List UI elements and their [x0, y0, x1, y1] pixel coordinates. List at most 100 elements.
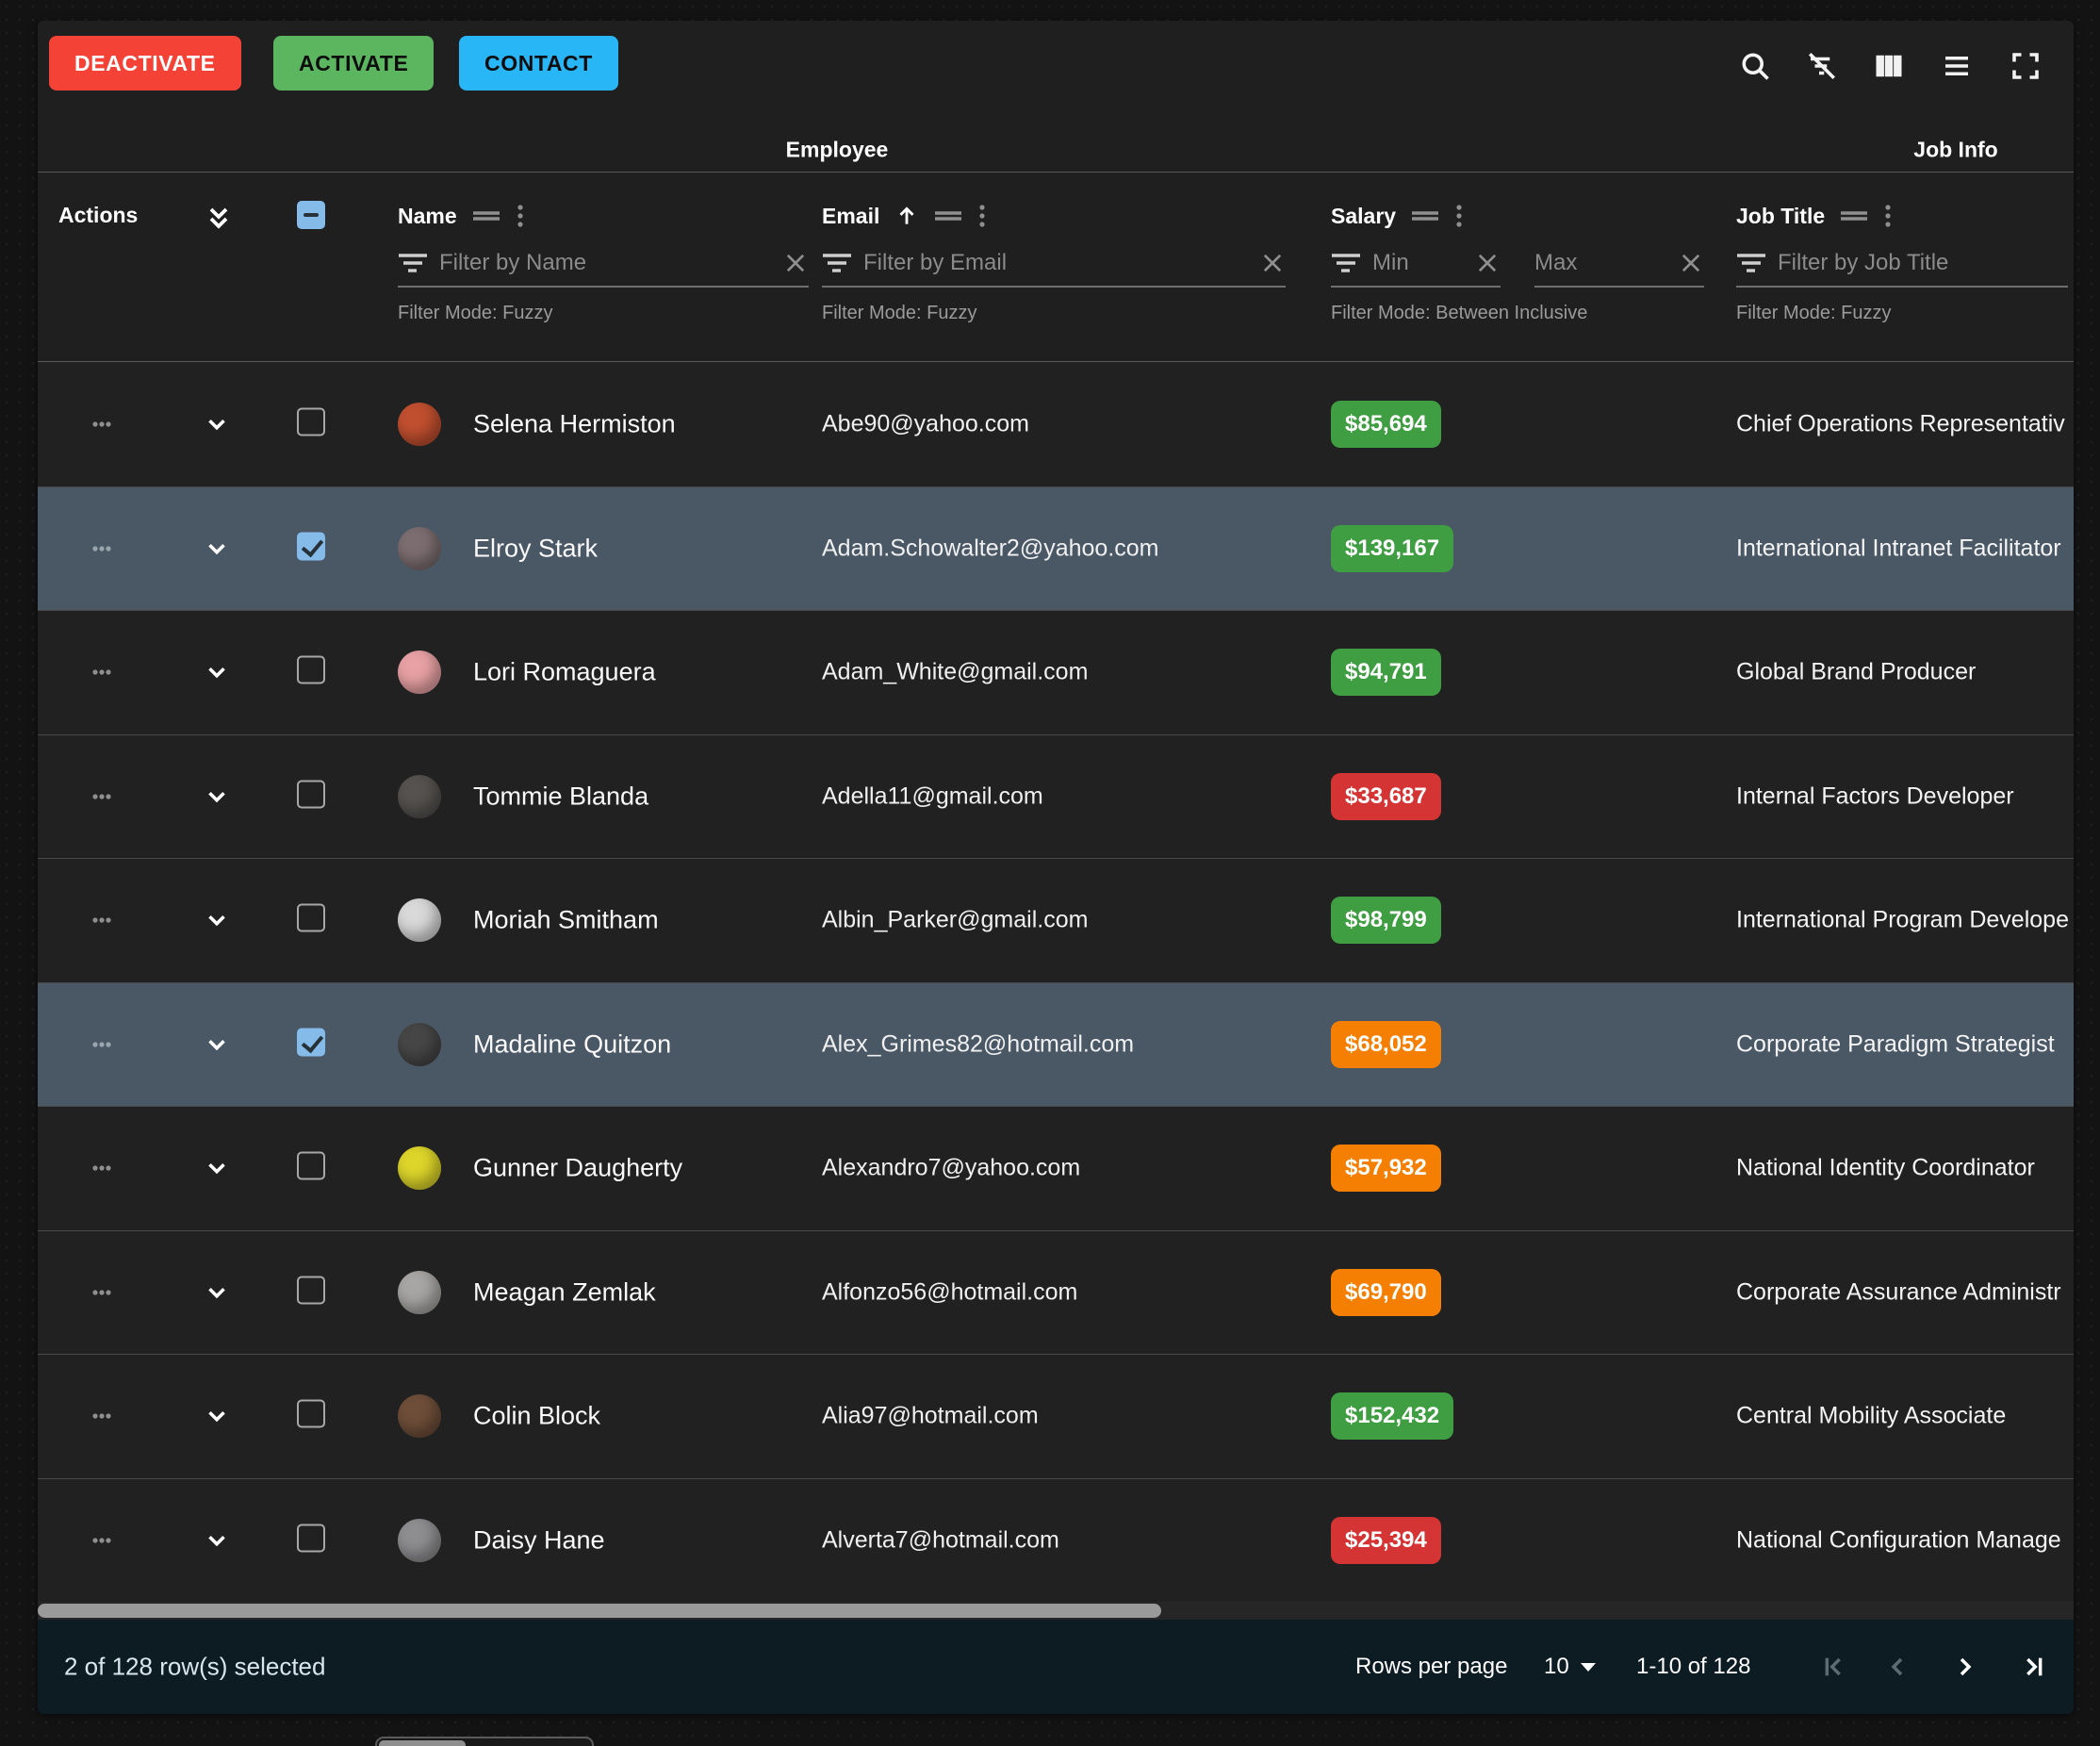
filter-funnel-icon — [398, 252, 428, 274]
drag-handle-icon[interactable] — [472, 208, 500, 223]
salary-max-input[interactable] — [1534, 250, 1666, 276]
row-expand-button[interactable] — [190, 1397, 243, 1435]
column-menu-icon[interactable] — [1883, 203, 1893, 229]
next-page-icon[interactable] — [1943, 1644, 1988, 1689]
job-title-filter — [1736, 250, 2068, 288]
employee-name: Colin Block — [473, 1402, 600, 1431]
row-select-checkbox-wrap — [297, 407, 325, 440]
select-all-checkbox[interactable] — [297, 201, 325, 229]
row-select-checkbox[interactable] — [297, 1152, 325, 1180]
row-expand-button[interactable] — [190, 1274, 243, 1311]
search-icon[interactable] — [1729, 40, 1781, 92]
row-more-actions-button[interactable] — [75, 1149, 128, 1187]
row-more-actions-button[interactable] — [75, 1026, 128, 1063]
row-select-checkbox[interactable] — [297, 904, 325, 932]
filter-funnel-icon — [822, 252, 852, 274]
filter-list-off-icon[interactable] — [1796, 40, 1848, 92]
first-page-icon[interactable] — [1811, 1644, 1856, 1689]
horizontal-scrollbar[interactable] — [38, 1602, 2074, 1620]
salary-badge: $25,394 — [1331, 1517, 1441, 1564]
email-column-label[interactable]: Email — [822, 204, 879, 229]
contact-button[interactable]: CONTACT — [459, 36, 618, 91]
previous-page-icon[interactable] — [1875, 1644, 1920, 1689]
salary-min-input[interactable] — [1372, 250, 1463, 276]
expand-all-icon[interactable] — [192, 197, 245, 240]
salary-column-label[interactable]: Salary — [1331, 204, 1396, 229]
page-scrollbar-thumb[interactable] — [379, 1740, 466, 1746]
row-expand-button[interactable] — [190, 1149, 243, 1187]
page-scrollbar[interactable] — [375, 1737, 594, 1746]
row-expand-button[interactable] — [190, 1026, 243, 1063]
drag-handle-icon[interactable] — [934, 208, 962, 223]
table-row: Lori Romaguera Adam_White@gmail.com $94,… — [38, 610, 2074, 734]
name-filter-mode: Filter Mode: Fuzzy — [398, 303, 809, 324]
column-menu-icon[interactable] — [977, 203, 987, 229]
row-more-actions-button[interactable] — [75, 901, 128, 939]
sort-ascending-icon[interactable] — [894, 204, 919, 228]
fullscreen-icon[interactable] — [1999, 40, 2052, 92]
row-select-checkbox[interactable] — [297, 532, 325, 560]
row-select-checkbox[interactable] — [297, 780, 325, 808]
row-select-checkbox[interactable] — [297, 1028, 325, 1056]
job-title: National Identity Coordinator — [1736, 1155, 2068, 1182]
data-table-card: DEACTIVATE ACTIVATE CONTACT Employee Job… — [38, 21, 2074, 1714]
job-title-column-header-cell: Job Title Filter Mode: Fuzzy — [1736, 173, 2068, 361]
table-row: Moriah Smitham Albin_Parker@gmail.com $9… — [38, 858, 2074, 982]
job-title-filter-input[interactable] — [1778, 250, 2068, 276]
row-expand-button[interactable] — [190, 901, 243, 939]
job-title-filter-mode: Filter Mode: Fuzzy — [1736, 303, 2068, 324]
name-column-label[interactable]: Name — [398, 204, 457, 229]
table-row: Madaline Quitzon Alex_Grimes82@hotmail.c… — [38, 982, 2074, 1107]
chevron-down-icon — [1581, 1663, 1596, 1672]
employee-email: Abe90@yahoo.com — [822, 410, 1029, 437]
row-more-actions-button[interactable] — [75, 653, 128, 691]
row-select-checkbox[interactable] — [297, 407, 325, 436]
page-range-label: 1-10 of 128 — [1636, 1654, 1750, 1680]
clear-filter-icon[interactable] — [782, 250, 809, 276]
employee-email: Albin_Parker@gmail.com — [822, 907, 1088, 934]
column-menu-icon[interactable] — [1454, 203, 1464, 229]
row-more-actions-button[interactable] — [75, 778, 128, 815]
row-select-checkbox[interactable] — [297, 1400, 325, 1428]
activate-button[interactable]: ACTIVATE — [273, 36, 434, 91]
last-page-icon[interactable] — [2011, 1644, 2057, 1689]
clear-filter-icon[interactable] — [1678, 250, 1704, 276]
avatar — [398, 651, 441, 694]
drag-handle-icon[interactable] — [1411, 208, 1439, 223]
column-menu-icon[interactable] — [516, 203, 525, 229]
table-row: Gunner Daugherty Alexandro7@yahoo.com $5… — [38, 1106, 2074, 1230]
row-more-actions-button[interactable] — [75, 1397, 128, 1435]
employee-email: Adella11@gmail.com — [822, 782, 1043, 810]
avatar — [398, 1519, 441, 1562]
row-more-actions-button[interactable] — [75, 405, 128, 443]
row-expand-button[interactable] — [190, 405, 243, 443]
clear-filter-icon[interactable] — [1474, 250, 1501, 276]
salary-filter-mode: Filter Mode: Between Inclusive — [1331, 303, 1727, 324]
row-more-actions-button[interactable] — [75, 1274, 128, 1311]
drag-handle-icon[interactable] — [1840, 208, 1868, 223]
row-expand-button[interactable] — [190, 653, 243, 691]
row-expand-button[interactable] — [190, 530, 243, 568]
row-more-actions-button[interactable] — [75, 530, 128, 568]
job-title: Global Brand Producer — [1736, 659, 2068, 686]
clear-filter-icon[interactable] — [1259, 250, 1286, 276]
salary-badge: $69,790 — [1331, 1269, 1441, 1316]
row-select-checkbox[interactable] — [297, 1276, 325, 1304]
show-hide-columns-icon[interactable] — [1862, 40, 1915, 92]
job-title-column-label[interactable]: Job Title — [1736, 204, 1825, 229]
horizontal-scrollbar-thumb[interactable] — [38, 1604, 1161, 1618]
name-filter-input[interactable] — [439, 250, 771, 276]
deactivate-button[interactable]: DEACTIVATE — [49, 36, 241, 91]
row-expand-button[interactable] — [190, 778, 243, 815]
email-filter-input[interactable] — [863, 250, 1248, 276]
avatar — [398, 1023, 441, 1066]
row-select-checkbox[interactable] — [297, 1524, 325, 1552]
actions-column-header: Actions — [58, 203, 138, 228]
row-select-checkbox[interactable] — [297, 656, 325, 684]
row-expand-button[interactable] — [190, 1522, 243, 1559]
row-more-actions-button[interactable] — [75, 1522, 128, 1559]
toggle-density-icon[interactable] — [1930, 40, 1983, 92]
rows-per-page-select[interactable]: 10 — [1544, 1654, 1596, 1680]
employee-name: Selena Hermiston — [473, 409, 676, 438]
avatar — [398, 403, 441, 446]
